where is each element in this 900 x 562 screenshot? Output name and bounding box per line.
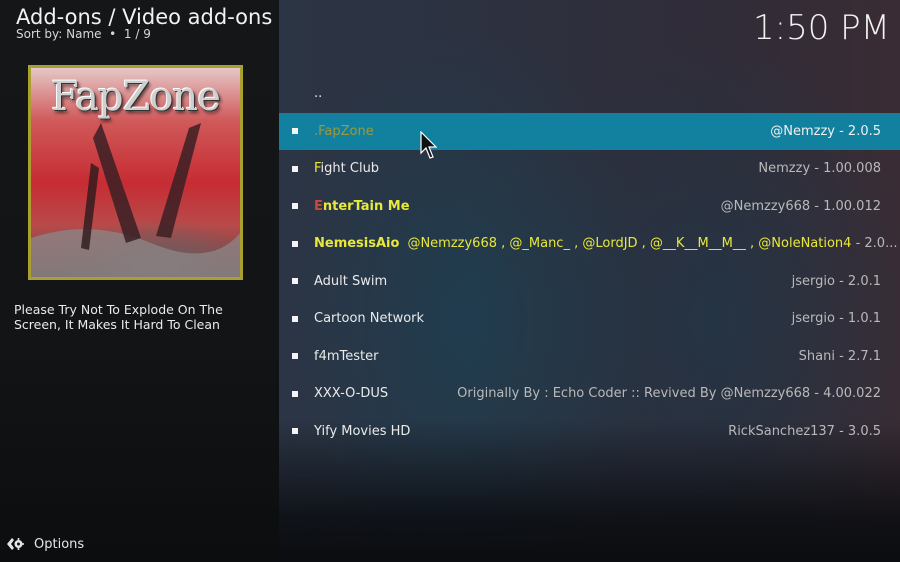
name-rest: nterTain Me (322, 198, 410, 214)
name-text: NemesisAio (314, 236, 400, 252)
bullet-icon (292, 353, 298, 360)
list-item[interactable]: XXX-O-DUS Originally By : Echo Coder :: … (279, 375, 900, 413)
list-item[interactable]: Adult Swim jsergio - 2.0.1 (279, 263, 900, 301)
bullet-icon (292, 165, 298, 172)
addon-list: .. .FapZone @Nemzzy - 2.0.5 Fight Club N… (279, 75, 900, 450)
item-meta: jsergio - 1.0.1 (791, 311, 881, 327)
list-item[interactable]: EnterTain Me @Nemzzy668 - 1.00.012 (279, 188, 900, 226)
thumbnail-title: FapZone (51, 74, 221, 120)
mouse-pointer-icon (420, 131, 438, 159)
item-name: Fight Club (314, 161, 379, 176)
sort-label: Sort by: Name (16, 27, 102, 41)
item-meta: RickSanchez137 - 3.0.5 (728, 423, 881, 439)
list-item[interactable]: .FapZone @Nemzzy - 2.0.5 (279, 112, 900, 150)
item-meta: Originally By : Echo Coder :: Revived By… (457, 386, 881, 402)
list-item[interactable]: NemesisAio @Nemzzy668 , @_Manc_ , @LordJD… (279, 225, 900, 263)
bullet-icon (292, 203, 298, 210)
item-name: Yify Movies HD (314, 423, 411, 439)
item-name: Cartoon Network (314, 311, 425, 327)
item-meta: Shani - 2.7.1 (798, 348, 881, 364)
bullet-icon (292, 390, 298, 397)
bullet-icon (292, 128, 298, 135)
options-icon (7, 538, 24, 550)
item-name: Adult Swim (314, 273, 388, 289)
item-position: 1 / 9 (123, 27, 151, 41)
options-label: Options (34, 536, 85, 552)
list-item[interactable]: Fight Club Nemzzy - 1.00.008 (279, 150, 900, 188)
options-button[interactable]: Options (6, 535, 84, 553)
item-authors: @Nemzzy668 , @_Manc_ , @LordJD , @__K__M… (407, 236, 852, 252)
item-meta: - 2.0... (851, 236, 898, 252)
bullet-icon (292, 428, 298, 435)
clock: 1:50 PM (753, 8, 890, 48)
page-title: Add-ons / Video add-ons (16, 5, 273, 29)
item-name: NemesisAio @Nemzzy668 , @_Manc_ , @LordJD… (314, 236, 897, 251)
name-rest: ight Club (320, 161, 380, 177)
name-first-letter: E (314, 198, 323, 214)
list-item[interactable]: f4mTester Shani - 2.7.1 (279, 338, 900, 376)
parent-folder-item[interactable]: .. (279, 75, 900, 113)
item-meta: jsergio - 2.0.1 (791, 273, 881, 289)
list-item[interactable]: Cartoon Network jsergio - 1.0.1 (279, 300, 900, 338)
item-name: .FapZone (314, 123, 374, 139)
list-item[interactable]: Yify Movies HD RickSanchez137 - 3.0.5 (279, 413, 900, 451)
item-name: f4mTester (314, 348, 379, 364)
bullet-icon (292, 278, 298, 285)
addon-thumbnail: FapZone (28, 65, 243, 280)
sort-status: Sort by: Name • 1 / 9 (16, 27, 151, 41)
item-name: XXX-O-DUS (314, 386, 389, 402)
bullet-icon (292, 315, 298, 322)
bullet-icon (292, 240, 298, 247)
parent-folder-label: .. (314, 86, 323, 102)
addon-description: Please Try Not To Explode On The Screen,… (14, 302, 223, 332)
item-meta: @Nemzzy - 2.0.5 (770, 123, 881, 139)
separator: • (109, 27, 117, 41)
item-meta: Nemzzy - 1.00.008 (758, 161, 881, 177)
info-panel: Add-ons / Video add-ons Sort by: Name • … (0, 0, 279, 562)
item-meta: @Nemzzy668 - 1.00.012 (720, 198, 881, 214)
item-name: EnterTain Me (314, 199, 410, 214)
